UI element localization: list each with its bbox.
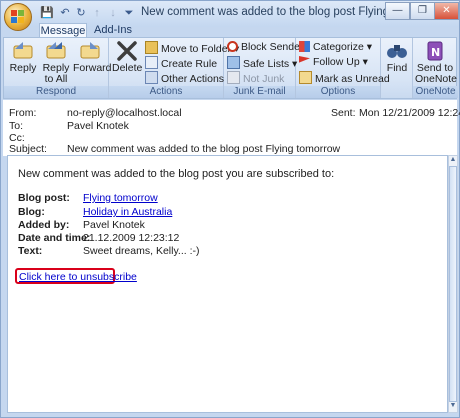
message-header: From: no-reply@localhost.local Sent: Mon… xyxy=(3,100,460,156)
unsubscribe-highlight: Click here to unsubscribe xyxy=(15,268,137,284)
detail-label: Text: xyxy=(18,245,43,257)
block-sender-button[interactable]: Block Sender xyxy=(227,41,303,54)
detail-value: Pavel Knotek xyxy=(83,219,145,231)
scroll-up-icon[interactable]: ▲ xyxy=(449,156,457,166)
options-group: Categorize ▾ Follow Up ▾ Mark as Unread … xyxy=(296,38,390,98)
subject-value: New comment was added to the blog post F… xyxy=(67,143,341,155)
forward-icon xyxy=(78,40,102,62)
ribbon: Reply Reply to All Forward Respond Delet… xyxy=(3,37,458,99)
reply-label: Reply xyxy=(9,62,37,74)
follow-up-label: Follow Up ▾ xyxy=(313,56,368,68)
create-rule-button[interactable]: Create Rule xyxy=(145,56,218,70)
rule-icon xyxy=(145,56,158,69)
mark-unread-button[interactable]: Mark as Unread xyxy=(299,71,390,85)
other-actions-button[interactable]: Other Actions ▾ xyxy=(145,71,233,85)
follow-up-button[interactable]: Follow Up ▾ xyxy=(299,56,368,69)
envelope-icon xyxy=(299,71,312,84)
find-group: Find xyxy=(381,38,413,98)
forward-label: Forward xyxy=(73,62,112,74)
from-value[interactable]: no-reply@localhost.local xyxy=(67,108,182,119)
vertical-scrollbar[interactable]: ▲ ▼ xyxy=(448,155,458,413)
scroll-thumb[interactable] xyxy=(449,166,457,402)
subject-label: Subject: xyxy=(9,143,47,155)
other-actions-icon xyxy=(145,71,158,84)
binoculars-icon xyxy=(385,40,409,62)
outlook-message-window: 💾 ↶ ↻ ↑ ↓ ⏷ New comment was added to the… xyxy=(0,0,460,418)
find-label: Find xyxy=(386,62,408,74)
flag-icon xyxy=(299,56,310,63)
not-junk-button[interactable]: Not Junk xyxy=(227,71,285,85)
office-button[interactable] xyxy=(4,3,32,31)
junk-email-group: Block Sender Safe Lists ▾ Not Junk Junk … xyxy=(224,38,303,98)
from-row: From: no-reply@localhost.local Sent: Mon… xyxy=(9,107,460,119)
previous-icon[interactable]: ↑ xyxy=(89,5,105,21)
categorize-button[interactable]: Categorize ▾ xyxy=(299,41,372,54)
onenote-group: N Send to OneNote OneNote xyxy=(413,38,458,98)
not-junk-icon xyxy=(227,71,240,84)
safe-lists-label: Safe Lists ▾ xyxy=(243,58,298,70)
next-icon[interactable]: ↓ xyxy=(105,5,121,21)
block-sender-label: Block Sender xyxy=(241,41,304,53)
tab-add-ins[interactable]: Add-Ins xyxy=(93,23,133,38)
onenote-group-label: OneNote xyxy=(413,86,458,98)
sent-label: Sent: xyxy=(331,107,356,119)
detail-label: Blog: xyxy=(18,206,45,218)
block-icon xyxy=(227,41,238,52)
customize-qat-icon[interactable]: ⏷ xyxy=(121,5,137,21)
junk-email-group-label: Junk E-mail xyxy=(224,86,295,98)
reply-icon xyxy=(11,40,35,62)
categorize-icon xyxy=(299,41,310,52)
blog-post-link[interactable]: Flying tomorrow xyxy=(83,192,158,205)
respond-group: Reply Reply to All Forward Respond xyxy=(4,38,112,98)
detail-label: Date and time: xyxy=(18,232,91,244)
find-button[interactable]: Find xyxy=(383,40,411,74)
actions-group-label: Actions xyxy=(109,86,223,98)
tab-message[interactable]: Message xyxy=(39,23,87,38)
to-value[interactable]: Pavel Knotek xyxy=(67,121,129,132)
delete-label: Delete xyxy=(112,62,143,74)
ribbon-tabs: Message Add-Ins xyxy=(1,23,459,38)
from-label: From: xyxy=(9,107,37,119)
send-to-onenote-button[interactable]: N Send to OneNote xyxy=(415,40,458,85)
respond-group-label: Respond xyxy=(4,86,108,98)
create-rule-label: Create Rule xyxy=(161,58,218,70)
detail-label: Added by: xyxy=(18,219,70,231)
reply-all-icon xyxy=(44,40,68,62)
folder-icon xyxy=(145,41,158,54)
send-to-onenote-label-2: OneNote xyxy=(415,73,458,85)
blog-link[interactable]: Holiday in Australia xyxy=(83,206,172,219)
onenote-icon: N xyxy=(423,40,447,62)
other-actions-label: Other Actions ▾ xyxy=(161,73,233,85)
detail-value: 21.12.2009 12:23:12 xyxy=(83,232,180,244)
maximize-button[interactable]: ❐ xyxy=(410,2,435,20)
actions-group: Delete Move to Folder ▾ Create Rule Othe… xyxy=(109,38,239,98)
reply-button[interactable]: Reply xyxy=(8,40,38,74)
reply-all-button[interactable]: Reply to All xyxy=(40,40,72,85)
scroll-down-icon[interactable]: ▼ xyxy=(449,402,457,412)
sent-value: Mon 12/21/2009 12:24 PM xyxy=(359,107,460,119)
safe-lists-button[interactable]: Safe Lists ▾ xyxy=(227,56,298,70)
categorize-label: Categorize ▾ xyxy=(313,41,372,53)
intro-text: New comment was added to the blog post y… xyxy=(18,168,335,180)
office-logo-icon xyxy=(11,10,25,24)
mark-unread-label: Mark as Unread xyxy=(315,73,390,85)
redo-icon[interactable]: ↻ xyxy=(73,5,89,21)
delete-icon xyxy=(115,40,139,62)
unsubscribe-link[interactable]: Click here to unsubscribe xyxy=(19,271,137,283)
detail-value: Sweet dreams, Kelly... :-) xyxy=(83,245,200,257)
safe-lists-icon xyxy=(227,56,240,69)
save-icon[interactable]: 💾 xyxy=(39,5,55,21)
not-junk-label: Not Junk xyxy=(243,73,285,85)
forward-button[interactable]: Forward xyxy=(73,40,112,74)
reply-all-label-2: to All xyxy=(44,73,68,85)
svg-text:N: N xyxy=(431,46,440,59)
options-group-label: Options xyxy=(296,86,380,98)
undo-icon[interactable]: ↶ xyxy=(57,5,73,21)
minimize-button[interactable]: — xyxy=(385,2,410,20)
close-button[interactable]: ✕ xyxy=(434,2,459,20)
to-label: To: xyxy=(9,120,24,132)
delete-button[interactable]: Delete xyxy=(112,40,142,74)
detail-label: Blog post: xyxy=(18,192,70,204)
message-body: New comment was added to the blog post y… xyxy=(7,155,448,413)
